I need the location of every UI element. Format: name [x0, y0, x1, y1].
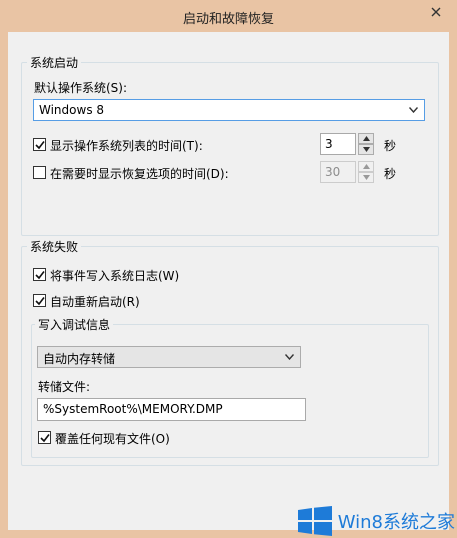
show-os-list-spin-up[interactable] — [358, 133, 374, 144]
spin-down-icon — [363, 175, 370, 180]
dump-file-label: 转储文件: — [38, 380, 91, 394]
show-recovery-label: 在需要时显示恢复选项的时间(D): — [50, 167, 229, 181]
dump-type-select[interactable]: 自动内存转储 — [37, 346, 301, 368]
checkmark-icon — [35, 297, 45, 306]
failure-group-label: 系统失败 — [27, 238, 82, 255]
show-os-list-seconds-value: 3 — [325, 137, 333, 151]
show-recovery-checkbox[interactable] — [33, 166, 46, 179]
startup-group-label: 系统启动 — [27, 54, 82, 71]
dump-file-input[interactable]: %SystemRoot%\MEMORY.DMP — [37, 398, 306, 421]
write-log-checkbox[interactable] — [33, 268, 46, 281]
dialog-client-area: 系统启动 默认操作系统(S): Windows 8 显示操作系统列表的时间(T)… — [8, 32, 449, 530]
checkmark-icon — [40, 434, 50, 443]
show-os-list-spin-down[interactable] — [358, 144, 374, 155]
auto-restart-checkbox[interactable] — [33, 294, 46, 307]
overwrite-checkbox[interactable] — [38, 431, 51, 444]
title-bar[interactable]: 启动和故障恢复 — [0, 0, 457, 32]
auto-restart-label: 自动重新启动(R) — [50, 295, 140, 309]
checkmark-icon — [35, 271, 45, 280]
spin-down-icon — [363, 147, 370, 152]
watermark: Win8系统之家 — [297, 506, 455, 536]
watermark-text: Win8系统之家 — [337, 512, 455, 533]
show-recovery-seconds-value: 30 — [325, 165, 341, 179]
windows-logo-icon — [297, 506, 332, 536]
dump-file-value: %SystemRoot%\MEMORY.DMP — [43, 402, 223, 416]
default-os-value: Windows 8 — [39, 103, 105, 117]
debug-info-group-label: 写入调试信息 — [35, 316, 114, 333]
chevron-down-icon — [409, 107, 418, 113]
show-recovery-spin-up[interactable] — [358, 161, 374, 172]
window-title: 启动和故障恢复 — [182, 12, 274, 27]
spin-up-icon — [363, 136, 370, 141]
show-recovery-spin-down[interactable] — [358, 172, 374, 183]
chevron-down-icon — [285, 354, 294, 360]
show-os-list-unit: 秒 — [384, 139, 397, 153]
spin-up-icon — [363, 164, 370, 169]
dump-type-value: 自动内存转储 — [43, 352, 116, 366]
default-os-select[interactable]: Windows 8 — [33, 99, 425, 121]
close-icon — [431, 7, 441, 17]
default-os-label: 默认操作系统(S): — [34, 81, 128, 95]
write-log-label: 将事件写入系统日志(W) — [50, 269, 180, 283]
show-os-list-checkbox[interactable] — [33, 138, 46, 151]
show-recovery-seconds-input[interactable]: 30 — [320, 161, 356, 183]
checkmark-icon — [35, 141, 45, 150]
show-recovery-unit: 秒 — [384, 167, 397, 181]
close-button[interactable] — [423, 2, 449, 22]
overwrite-label: 覆盖任何现有文件(O) — [55, 432, 170, 446]
show-os-list-seconds-input[interactable]: 3 — [320, 133, 356, 155]
show-os-list-label: 显示操作系统列表的时间(T): — [50, 139, 203, 153]
